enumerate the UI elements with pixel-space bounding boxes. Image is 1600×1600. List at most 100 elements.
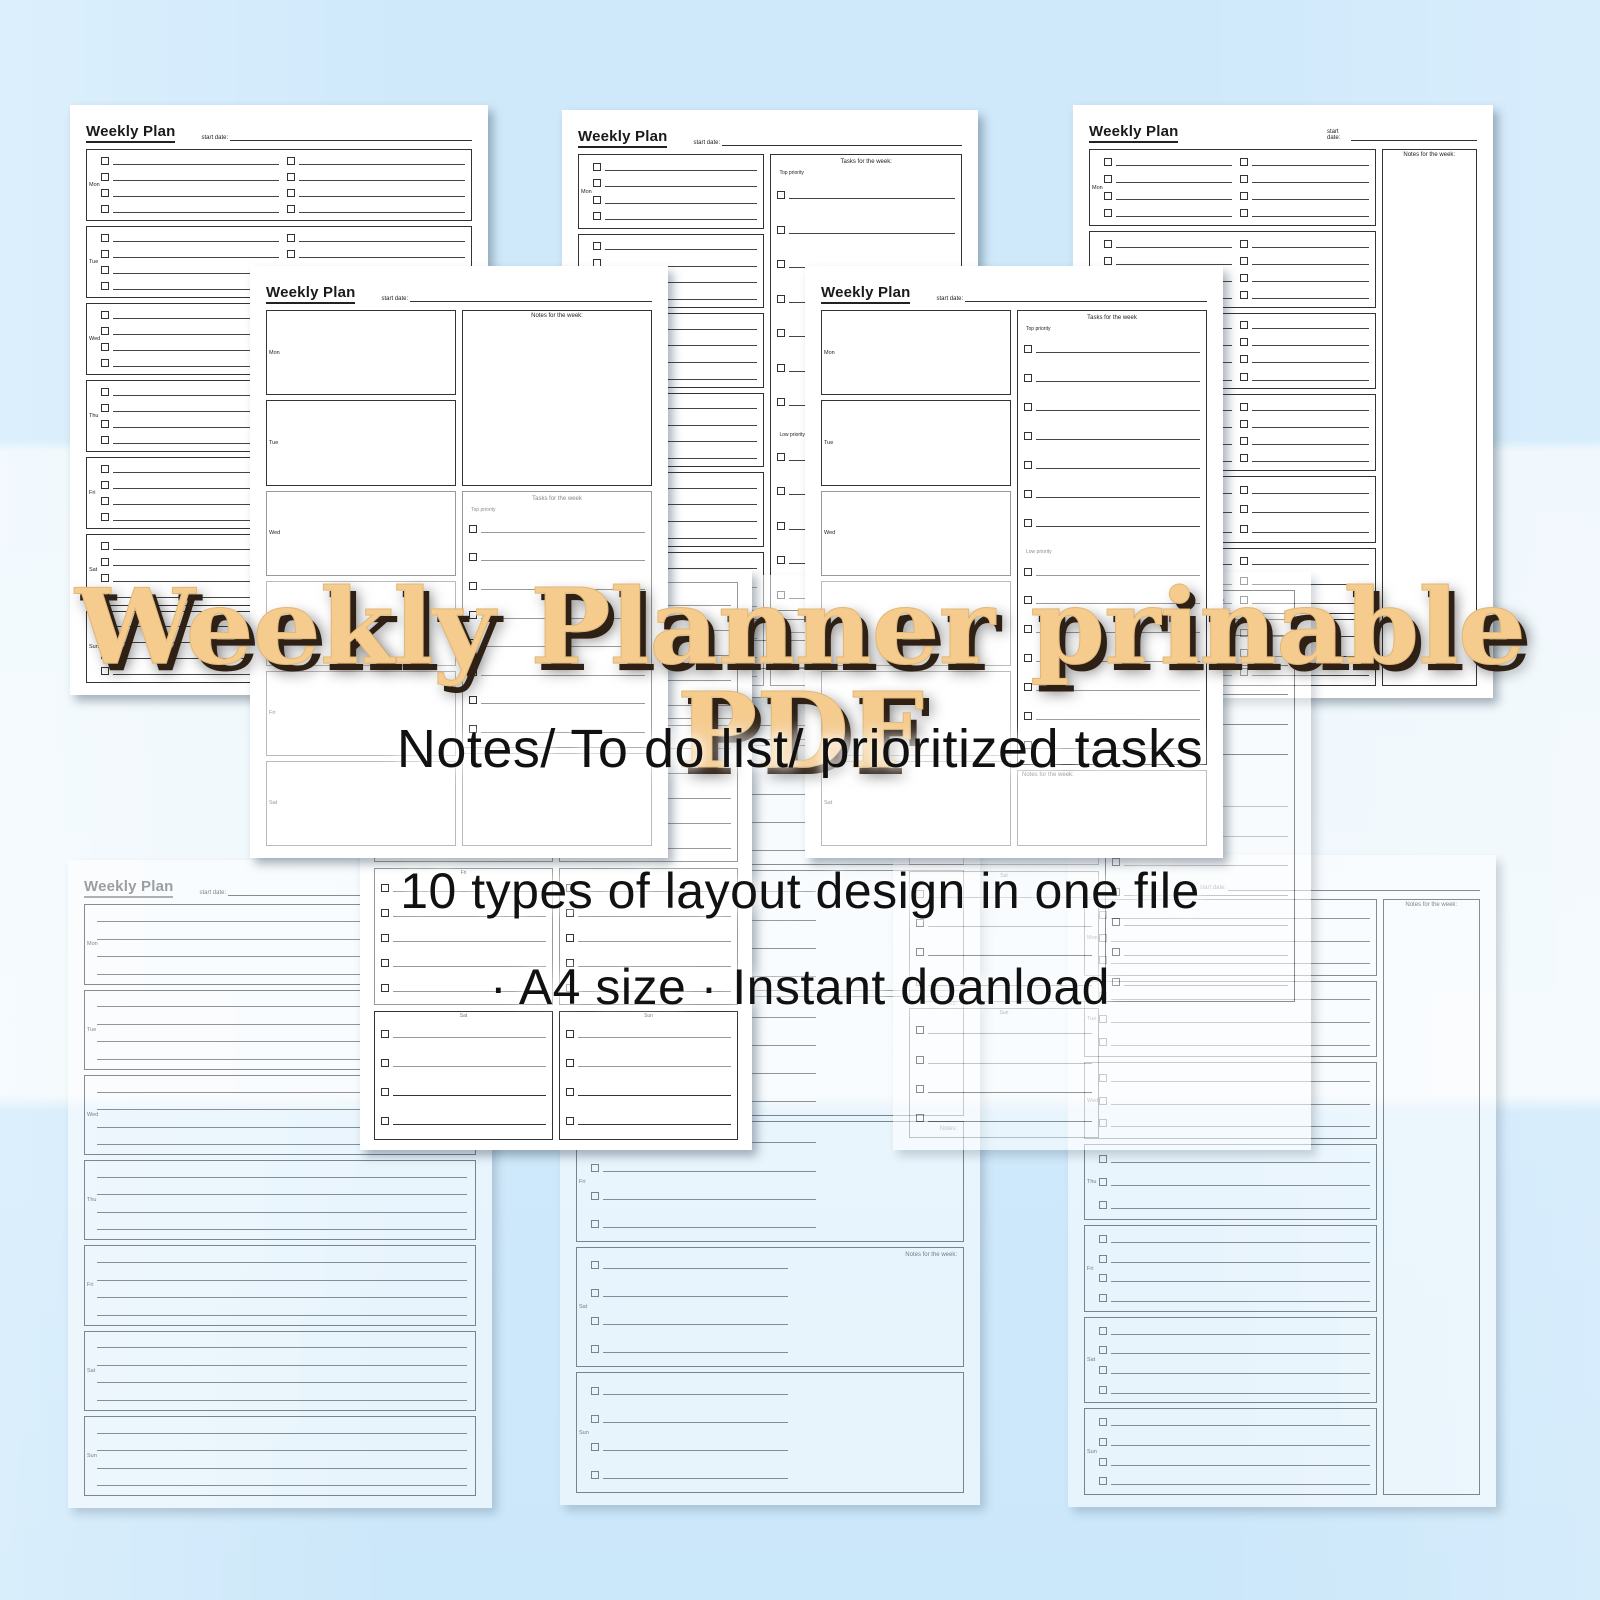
write-line[interactable] <box>578 984 731 992</box>
write-line[interactable] <box>1252 355 1369 364</box>
grid-cell-sat[interactable]: Sat <box>909 871 1099 1002</box>
write-line[interactable] <box>1116 158 1233 166</box>
checkbox[interactable] <box>469 724 477 733</box>
checkbox[interactable] <box>566 1116 574 1125</box>
start-date-rule[interactable] <box>230 131 472 142</box>
checkbox[interactable] <box>1104 192 1112 201</box>
write-line[interactable] <box>481 525 645 533</box>
write-line[interactable] <box>605 163 758 171</box>
checkbox[interactable] <box>777 329 786 338</box>
checkbox[interactable] <box>381 958 389 967</box>
checkbox[interactable] <box>591 1470 599 1479</box>
start-date-rule[interactable] <box>1351 131 1477 142</box>
checkbox[interactable] <box>593 162 601 171</box>
write-line[interactable] <box>299 173 465 182</box>
write-line[interactable] <box>1036 345 1200 353</box>
write-line[interactable] <box>1252 505 1369 514</box>
checkbox[interactable] <box>101 497 109 506</box>
checkbox[interactable] <box>469 582 477 591</box>
write-line[interactable] <box>605 212 758 221</box>
write-line[interactable] <box>481 639 645 648</box>
write-line[interactable] <box>603 1317 789 1326</box>
write-line[interactable] <box>1111 1274 1370 1283</box>
checkbox[interactable] <box>287 234 295 243</box>
write-line[interactable] <box>1036 741 1200 750</box>
checkbox[interactable] <box>777 191 786 200</box>
checkbox[interactable] <box>916 919 924 928</box>
day-box-mon[interactable]: Mon <box>821 310 1011 396</box>
day-box-wed[interactable]: Wed <box>821 490 1011 576</box>
checkbox[interactable] <box>101 651 109 660</box>
checkbox[interactable] <box>101 404 109 413</box>
checkbox[interactable] <box>1024 654 1032 663</box>
checkbox[interactable] <box>1099 1418 1107 1427</box>
checkbox[interactable] <box>591 1345 599 1354</box>
write-line[interactable] <box>1124 978 1288 986</box>
write-line[interactable] <box>1116 209 1233 218</box>
write-line[interactable] <box>393 1059 546 1067</box>
write-line[interactable] <box>1116 257 1233 265</box>
day-box-mon[interactable]: Mon <box>266 310 456 396</box>
checkbox[interactable] <box>1024 489 1032 498</box>
checkbox[interactable] <box>1240 557 1249 566</box>
checkbox[interactable] <box>101 420 109 429</box>
write-line[interactable] <box>578 934 731 942</box>
checkbox[interactable] <box>1024 518 1032 527</box>
write-line[interactable] <box>603 1192 816 1200</box>
write-line[interactable] <box>603 1261 789 1269</box>
checkbox[interactable] <box>1240 209 1249 218</box>
checkbox[interactable] <box>1240 157 1249 166</box>
week-notes-box[interactable]: Notes for the week: <box>1017 769 1207 846</box>
checkbox[interactable] <box>1024 741 1032 750</box>
day-block-thu[interactable]: Thu <box>1084 1143 1377 1221</box>
write-line[interactable] <box>1036 596 1200 605</box>
write-line[interactable] <box>605 179 758 188</box>
write-line[interactable] <box>1252 525 1369 533</box>
checkbox[interactable] <box>566 884 574 893</box>
day-box-tue[interactable]: Tue <box>821 400 1011 486</box>
checkbox[interactable] <box>591 1219 599 1228</box>
write-line[interactable] <box>97 1187 467 1196</box>
write-line[interactable] <box>1116 240 1233 248</box>
write-line[interactable] <box>97 1205 467 1213</box>
checkbox[interactable] <box>1099 1326 1107 1335</box>
checkbox[interactable] <box>101 436 109 445</box>
checkbox[interactable] <box>381 884 389 893</box>
write-line[interactable] <box>928 1114 1092 1123</box>
checkbox[interactable] <box>1104 209 1112 218</box>
checkbox[interactable] <box>1240 437 1249 446</box>
extra-box[interactable] <box>462 753 652 846</box>
day-block-mon[interactable]: Mon <box>86 149 472 222</box>
start-date-rule[interactable] <box>965 292 1207 303</box>
write-line[interactable] <box>1036 403 1200 411</box>
write-line[interactable] <box>97 1443 467 1452</box>
checkbox[interactable] <box>1024 460 1032 469</box>
checkbox[interactable] <box>287 189 295 198</box>
write-line[interactable] <box>97 1170 467 1178</box>
write-line[interactable] <box>1036 490 1200 498</box>
write-line[interactable] <box>481 553 645 562</box>
write-line[interactable] <box>1036 712 1200 721</box>
day-box-fri[interactable]: Fri <box>821 670 1011 756</box>
write-line[interactable] <box>789 226 955 234</box>
write-line[interactable] <box>113 205 279 214</box>
checkbox[interactable] <box>566 1058 574 1067</box>
checkbox[interactable] <box>566 933 574 942</box>
checkbox[interactable] <box>1104 157 1112 166</box>
write-line[interactable] <box>393 934 546 942</box>
grid-cell-sun[interactable]: Sun <box>909 1007 1099 1138</box>
checkbox[interactable] <box>1099 1477 1107 1486</box>
write-line[interactable] <box>113 189 279 198</box>
checkbox[interactable] <box>101 513 109 522</box>
checkbox[interactable] <box>101 667 109 675</box>
write-line[interactable] <box>1252 192 1369 201</box>
day-box-wed[interactable]: Wed <box>266 490 456 576</box>
checkbox[interactable] <box>916 1055 924 1064</box>
checkbox[interactable] <box>777 521 786 530</box>
checkbox[interactable] <box>1099 1235 1107 1244</box>
write-line[interactable] <box>97 1375 467 1384</box>
write-line[interactable] <box>1124 948 1288 956</box>
write-line[interactable] <box>1252 437 1369 446</box>
write-line[interactable] <box>1116 175 1233 183</box>
checkbox[interactable] <box>469 524 477 533</box>
